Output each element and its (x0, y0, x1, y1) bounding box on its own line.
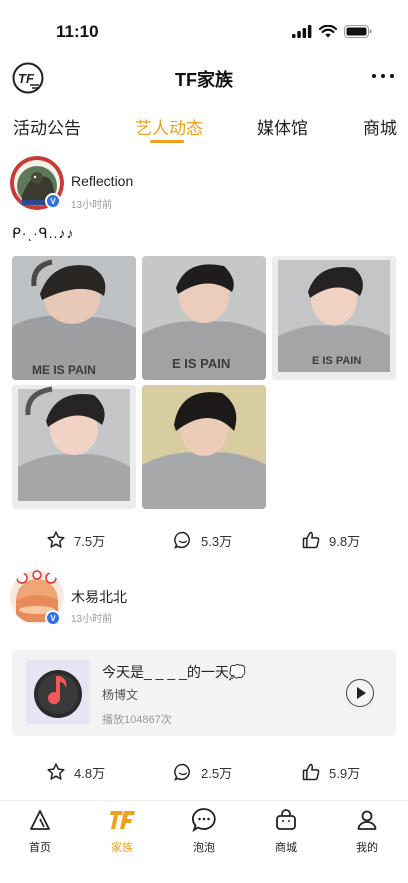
nav-label: 家族 (111, 842, 133, 854)
verified-badge-icon: V (45, 610, 61, 626)
star-icon (47, 531, 65, 548)
comment-icon (174, 531, 190, 549)
category-tabs: 活动公告 艺人动态 媒体馆 商城 (0, 100, 408, 148)
like-count: 9.8万 (329, 533, 361, 549)
svg-text:ME IS PAIN: ME IS PAIN (32, 363, 96, 377)
status-icons (292, 25, 372, 38)
nav-label: 泡泡 (193, 842, 215, 854)
app-header: TF TF家族 (0, 56, 408, 100)
tab-shop[interactable]: 商城 (363, 114, 397, 139)
comment-count: 5.3万 (201, 533, 233, 549)
nav-item-home[interactable]: 首页 (10, 807, 70, 855)
username[interactable]: 木易北北 (71, 587, 127, 607)
like-button[interactable]: 5.9万 (301, 762, 360, 782)
post-photo[interactable] (12, 385, 136, 509)
music-title: 今天是_ _ _ _的一天💭 (102, 664, 247, 680)
comment-icon (174, 763, 190, 781)
like-button[interactable]: 9.8万 (301, 530, 360, 550)
nav-label: 首页 (29, 842, 51, 854)
post-actions: 7.5万 5.3万 9.8万 (0, 530, 408, 560)
battery-icon (344, 25, 372, 38)
music-play-count: 播放104867次 (102, 714, 172, 726)
music-note-icon (34, 670, 82, 718)
status-bar: 11:10 (0, 0, 408, 56)
post-time: 13小时前 (71, 614, 113, 625)
music-card[interactable]: 今天是_ _ _ _的一天💭 杨博文 播放104867次 (12, 650, 396, 736)
thumbs-up-icon (302, 531, 320, 549)
comment-count: 2.5万 (201, 765, 233, 781)
favorite-count: 7.5万 (74, 533, 106, 549)
favorite-count: 4.8万 (74, 765, 106, 781)
like-count: 5.9万 (329, 765, 361, 781)
tab-artist-updates[interactable]: 艺人动态 (135, 114, 203, 139)
profile-icon (357, 810, 377, 830)
more-options-button[interactable] (372, 66, 394, 86)
post-photo[interactable] (142, 385, 266, 509)
comment-button[interactable]: 2.5万 (173, 762, 232, 782)
nav-item-profile[interactable]: 我的 (337, 807, 397, 855)
post-time: 13小时前 (71, 200, 113, 211)
username[interactable]: Reflection (71, 173, 133, 189)
chat-bubble-icon (191, 808, 216, 833)
music-artist: 杨博文 (102, 688, 139, 702)
dot-icon (381, 74, 385, 78)
nav-item-bubble[interactable]: 泡泡 (174, 807, 234, 855)
post-header: V Reflection 13小时前 (0, 156, 408, 220)
signal-icon (292, 25, 312, 38)
comment-button[interactable]: 5.3万 (173, 530, 232, 550)
family-logo-icon (110, 811, 135, 829)
home-icon (30, 810, 50, 830)
thumbs-up-icon (302, 763, 320, 781)
svg-text:E IS PAIN: E IS PAIN (172, 356, 230, 371)
nav-label: 商城 (275, 842, 297, 854)
verified-badge-icon: V (45, 193, 61, 209)
post-text: ᑭ·ͺ·ᑫ..♪♪ (12, 225, 75, 241)
tab-media-hall[interactable]: 媒体馆 (257, 114, 308, 139)
nav-label: 我的 (356, 842, 378, 854)
dot-icon (372, 74, 376, 78)
play-button[interactable] (346, 679, 374, 707)
post-photo[interactable]: E IS PAIN (272, 256, 396, 380)
shopping-bag-icon (276, 809, 296, 830)
status-time: 11:10 (56, 22, 99, 41)
favorite-button[interactable]: 7.5万 (46, 530, 105, 550)
wifi-icon (319, 25, 337, 38)
active-tab-indicator (150, 140, 184, 143)
nav-item-family[interactable]: 家族 (92, 807, 152, 855)
tab-announcements[interactable]: 活动公告 (13, 114, 81, 139)
post-photo[interactable]: ME IS PAIN (12, 256, 136, 380)
post-photo[interactable]: E IS PAIN (142, 256, 266, 380)
nav-item-shop[interactable]: 商城 (256, 807, 316, 855)
svg-text:E IS PAIN: E IS PAIN (312, 355, 361, 367)
bottom-nav: 首页 家族 泡泡 商城 我的 (0, 800, 408, 883)
favorite-button[interactable]: 4.8万 (46, 762, 105, 782)
star-icon (47, 763, 65, 780)
dot-icon (390, 74, 394, 78)
music-cover (26, 660, 90, 724)
post-actions: 4.8万 2.5万 5.9万 (0, 762, 408, 792)
page-title: TF家族 (175, 70, 233, 90)
post-header: V 木易北北 13小时前 (0, 570, 408, 634)
